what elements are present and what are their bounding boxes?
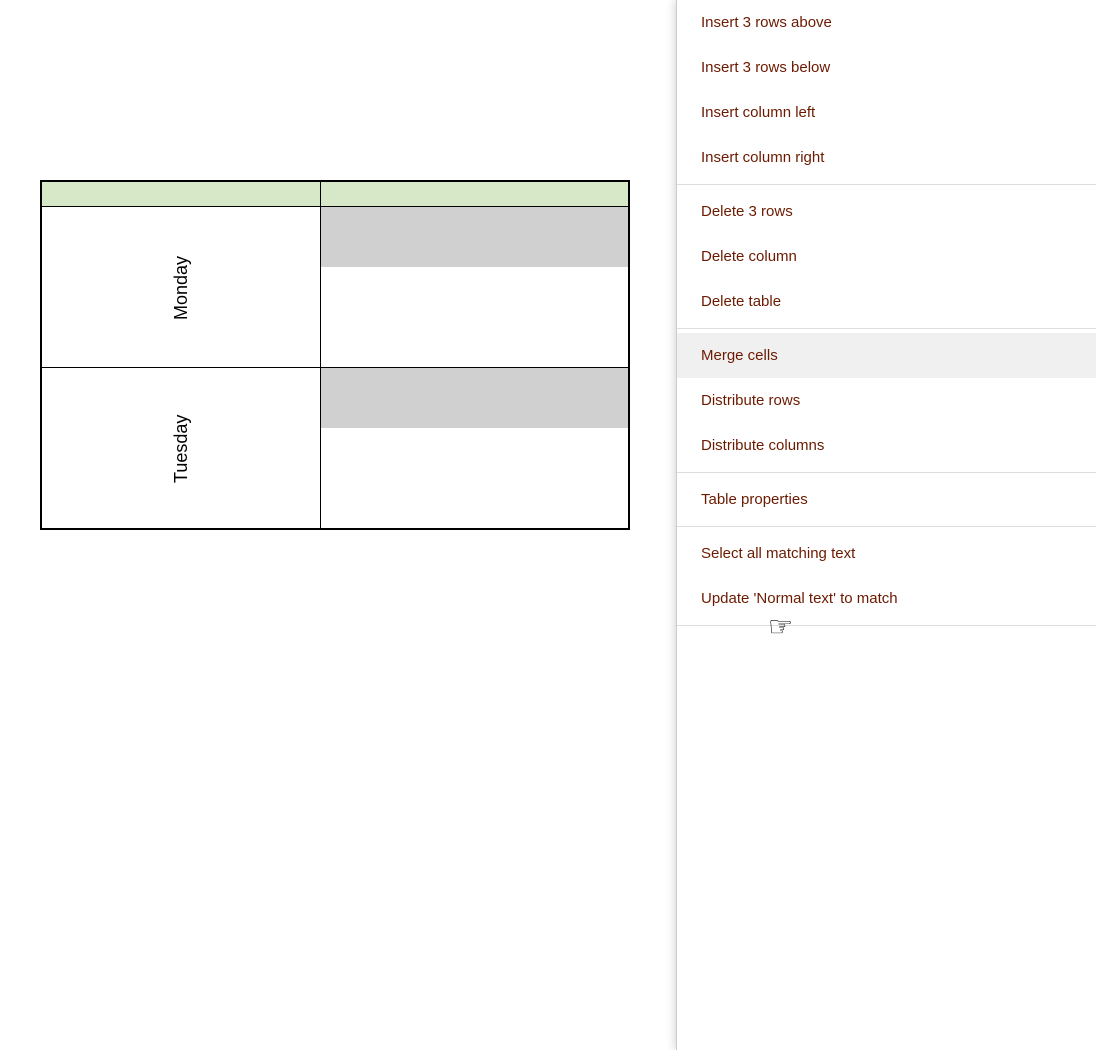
document-area: Monday Tuesday bbox=[0, 0, 640, 1050]
menu-item-insert-rows-above[interactable]: Insert 3 rows above bbox=[677, 0, 1096, 45]
menu-divider bbox=[677, 472, 1096, 473]
book-cell-monday bbox=[320, 207, 628, 368]
menu-item-merge-cells[interactable]: Merge cells bbox=[677, 333, 1096, 378]
reading-table: Monday Tuesday bbox=[40, 180, 630, 530]
book-cell-gray-tuesday bbox=[321, 368, 628, 428]
table-row: Tuesday bbox=[42, 368, 629, 529]
menu-item-distribute-rows[interactable]: Distribute rows bbox=[677, 378, 1096, 423]
book-cell-gray-monday bbox=[321, 207, 628, 267]
book-cell-white-tuesday bbox=[321, 428, 628, 528]
context-menu: Insert 3 rows aboveInsert 3 rows belowIn… bbox=[676, 0, 1096, 1050]
book-cell-tuesday bbox=[320, 368, 628, 529]
menu-divider bbox=[677, 526, 1096, 527]
menu-item-update-normal-text[interactable]: Update 'Normal text' to match bbox=[677, 576, 1096, 621]
menu-item-delete-column[interactable]: Delete column bbox=[677, 234, 1096, 279]
table-header-row bbox=[42, 182, 629, 207]
menu-divider-bottom bbox=[677, 625, 1096, 626]
menu-item-distribute-columns[interactable]: Distribute columns bbox=[677, 423, 1096, 468]
col-header-book bbox=[320, 182, 628, 207]
menu-item-insert-col-right[interactable]: Insert column right bbox=[677, 135, 1096, 180]
day-monday: Monday bbox=[42, 207, 321, 368]
col-header-day bbox=[42, 182, 321, 207]
menu-item-delete-3-rows[interactable]: Delete 3 rows bbox=[677, 189, 1096, 234]
menu-divider bbox=[677, 328, 1096, 329]
menu-item-select-all-matching[interactable]: Select all matching text bbox=[677, 531, 1096, 576]
book-cell-white-monday bbox=[321, 267, 628, 367]
menu-divider bbox=[677, 184, 1096, 185]
menu-item-insert-rows-below[interactable]: Insert 3 rows below bbox=[677, 45, 1096, 90]
menu-item-table-properties[interactable]: Table properties bbox=[677, 477, 1096, 522]
table-row: Monday bbox=[42, 207, 629, 368]
menu-item-delete-table[interactable]: Delete table bbox=[677, 279, 1096, 324]
day-tuesday: Tuesday bbox=[42, 368, 321, 529]
menu-item-insert-col-left[interactable]: Insert column left bbox=[677, 90, 1096, 135]
